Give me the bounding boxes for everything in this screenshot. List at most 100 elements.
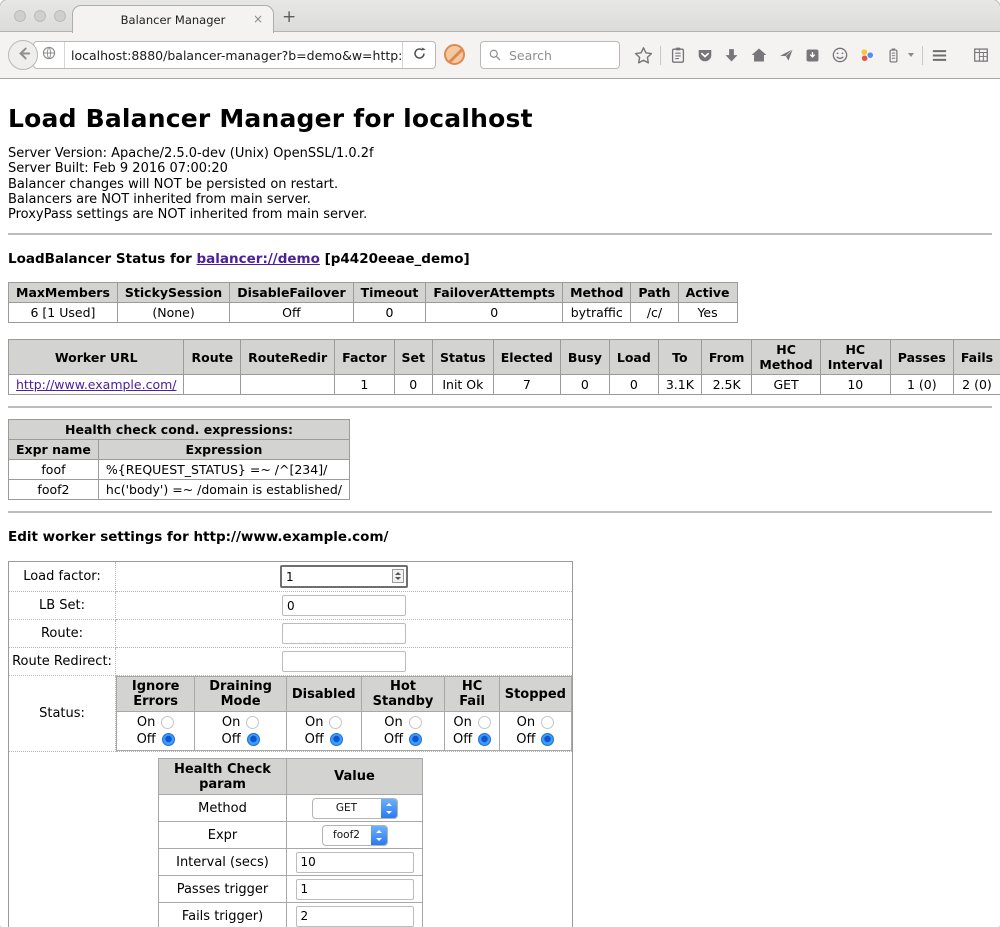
header-cell: Expr name (9, 440, 99, 460)
page-title: Load Balancer Manager for localhost (8, 104, 992, 133)
hc-expr-select[interactable]: foof2 (322, 825, 388, 846)
chevron-down-icon[interactable] (908, 53, 914, 57)
search-input[interactable] (507, 47, 619, 64)
field-label: LB Set: (9, 592, 116, 620)
field-label: Route Redirect: (9, 648, 116, 676)
search-bar[interactable] (480, 41, 620, 69)
hc-fail-off-radio[interactable] (478, 733, 491, 746)
cell (184, 375, 241, 395)
cell: 7 (493, 375, 560, 395)
hc-interval-input[interactable] (296, 852, 414, 873)
number-stepper-icon[interactable] (392, 569, 404, 583)
header-cell: Health Check param (159, 759, 287, 795)
off-label: Off (222, 731, 241, 748)
site-identity-button[interactable] (34, 42, 64, 68)
header-cell: Method (563, 283, 631, 303)
table-row: http://www.example.com/ 1 0 Init Ok 7 0 … (9, 375, 1000, 395)
proxypass-notice-line: ProxyPass settings are NOT inherited fro… (8, 207, 992, 222)
select-stepper-icon (381, 799, 397, 818)
adblocker-extension-icon[interactable] (444, 44, 465, 65)
new-tab-button[interactable]: + (282, 8, 296, 26)
tab-balancer-manager[interactable]: Balancer Manager × (72, 5, 274, 33)
field-label: Load factor: (9, 562, 116, 592)
cell (241, 375, 335, 395)
edit-worker-form: Load factor: LB Set: Route: Route Redire… (8, 561, 573, 927)
cell: 0 (353, 303, 426, 323)
selected-value: GET (313, 799, 381, 818)
menu-hamburger-icon[interactable] (926, 41, 953, 69)
feedback-smiley-icon[interactable] (826, 41, 853, 69)
pocket-icon[interactable] (691, 41, 718, 69)
ignore-errors-on-radio[interactable] (161, 716, 174, 729)
status-cell-hot-standby: On Off (361, 712, 445, 751)
apps-grid-icon[interactable] (967, 41, 994, 69)
window-zoom-button[interactable] (54, 10, 66, 22)
url-bar[interactable]: localhost:8880/balancer-manager?b=demo&w… (33, 41, 436, 69)
header-cell: HC Interval (820, 340, 890, 375)
balancer-link[interactable]: balancer://demo (197, 251, 320, 267)
form-row-route: Route: (9, 620, 573, 648)
draining-mode-on-radio[interactable] (246, 716, 259, 729)
status-cell-ignore-errors: On Off (117, 712, 195, 751)
send-tab-icon[interactable] (772, 41, 799, 69)
worker-url-link[interactable]: http://www.example.com/ (16, 377, 176, 392)
cell: foof (9, 460, 99, 480)
cell: GET (752, 375, 820, 395)
stopped-on-radio[interactable] (541, 716, 554, 729)
save-page-icon[interactable] (799, 41, 826, 69)
route-redirect-input[interactable] (282, 651, 406, 672)
cell: 2.5K (701, 375, 752, 395)
selected-value: foof2 (323, 826, 371, 845)
section-divider (8, 406, 992, 408)
off-label: Off (384, 731, 403, 748)
table-row: Passes trigger (159, 876, 423, 903)
battery-extension-icon[interactable] (880, 41, 907, 69)
back-icon (15, 45, 32, 66)
header-cell: Load (609, 340, 658, 375)
stopped-off-radio[interactable] (541, 733, 554, 746)
cell: 1 (335, 375, 394, 395)
tab-close-icon[interactable]: × (253, 11, 263, 27)
browser-window: Balancer Manager × + localhost:8880/bala… (0, 0, 1000, 927)
reload-button[interactable] (403, 42, 435, 68)
disabled-off-radio[interactable] (330, 733, 343, 746)
cell: 1 (0) (890, 375, 953, 395)
hc-method-select[interactable]: GET (312, 798, 398, 819)
table-row: foof2 hc('body') =~ /domain is establish… (9, 480, 350, 500)
home-icon[interactable] (745, 41, 772, 69)
draining-mode-off-radio[interactable] (247, 733, 260, 746)
bookmark-star-icon[interactable] (630, 41, 657, 69)
globe-icon (41, 45, 57, 65)
downloads-icon[interactable] (718, 41, 745, 69)
disabled-on-radio[interactable] (329, 716, 342, 729)
header-cell: Hot Standby (361, 677, 445, 712)
cell: 0 (609, 375, 658, 395)
cell: foof2 (9, 480, 99, 500)
edit-worker-heading: Edit worker settings for http://www.exam… (8, 529, 992, 545)
load-factor-input[interactable] (280, 565, 408, 588)
on-label: On (137, 714, 155, 731)
reading-list-icon[interactable] (664, 41, 691, 69)
hot-standby-on-radio[interactable] (409, 716, 422, 729)
back-button[interactable] (8, 40, 38, 70)
hc-passes-input[interactable] (296, 879, 414, 900)
form-row-lb-set: LB Set: (9, 592, 573, 620)
lb-set-input[interactable] (282, 595, 406, 616)
hc-fails-input[interactable] (296, 906, 414, 927)
cell: 10 (820, 375, 890, 395)
hot-standby-off-radio[interactable] (409, 733, 422, 746)
window-close-button[interactable] (14, 10, 26, 22)
window-minimize-button[interactable] (34, 10, 46, 22)
form-row-status: Status: Ignore Errors Draining Mode Disa… (9, 676, 573, 752)
ignore-errors-off-radio[interactable] (162, 733, 175, 746)
on-label: On (453, 714, 471, 731)
url-text[interactable]: localhost:8880/balancer-manager?b=demo&w… (65, 48, 402, 63)
cell: hc('body') =~ /domain is established/ (98, 480, 349, 500)
route-input[interactable] (282, 623, 406, 644)
hc-fail-on-radio[interactable] (478, 716, 491, 729)
table-row: Method GET (159, 795, 423, 822)
navigation-toolbar: localhost:8880/balancer-manager?b=demo&w… (0, 32, 1000, 79)
header-cell: Route (184, 340, 241, 375)
header-cell: Fails (953, 340, 1000, 375)
colored-dots-extension-icon[interactable] (853, 41, 880, 69)
